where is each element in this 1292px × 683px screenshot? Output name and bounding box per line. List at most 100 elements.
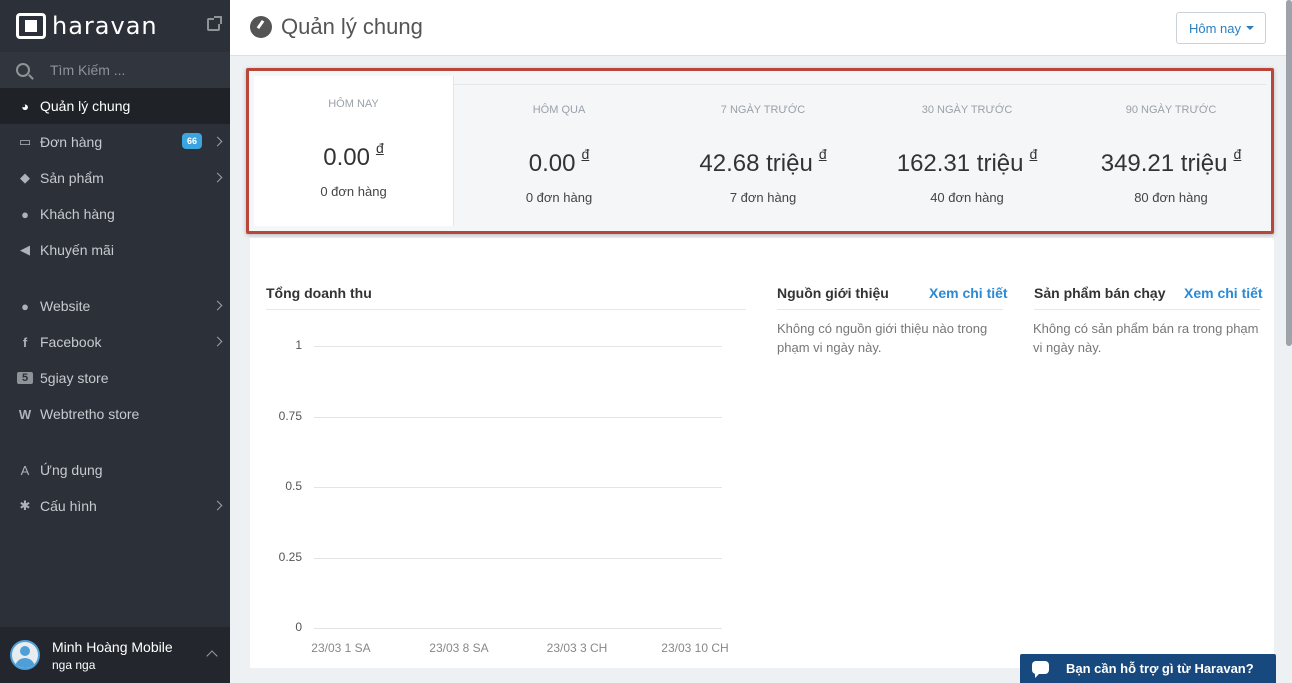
sidebar-item-label: Khách hàng (40, 206, 115, 222)
brand-logo[interactable]: haravan (0, 0, 230, 52)
currency-symbol: đ (1233, 146, 1242, 162)
avatar (10, 640, 40, 670)
stat-amount: 42.68 triệu (699, 150, 813, 177)
scrollbar-thumb[interactable] (1286, 0, 1292, 346)
referrals-details-link[interactable]: Xem chi tiết (929, 285, 1008, 301)
bestsellers-details-link[interactable]: Xem chi tiết (1184, 285, 1263, 301)
sidebar-search[interactable] (0, 52, 230, 88)
chart-y-tick-label: 0.25 (278, 549, 302, 564)
stat-orders: 0 đơn hàng (320, 184, 387, 199)
sidebar-item-label: Cấu hình (40, 498, 97, 514)
stat-label: 7 NGÀY TRƯỚC (720, 104, 806, 116)
sidebar-item-label: Webtretho store (40, 406, 140, 422)
revenue-chart: 1 0.75 0.5 0.25 0 23/03 1 SA 23/03 8 SA 23/03 3… (266, 314, 746, 664)
chart-x-tick-label: 23/03 10 CH (661, 641, 729, 655)
page-scrollbar[interactable] (1286, 0, 1292, 683)
user-subtitle: nga nga (52, 657, 96, 672)
stat-orders: 80 đơn hàng (1134, 190, 1208, 205)
chat-bubble-icon (1032, 661, 1049, 678)
users-icon: ● (21, 206, 29, 222)
user-name: Minh Hoàng Mobile (52, 638, 173, 655)
chevron-right-icon (212, 172, 223, 183)
user-menu[interactable]: Minh Hoàng Mobile nga nga (0, 627, 230, 683)
chart-y-tick-label: 0 (295, 620, 302, 634)
sidebar-item-settings[interactable]: ✱ Cấu hình (0, 488, 230, 524)
search-input[interactable] (50, 62, 210, 78)
sidebar-item-label: 5giay store (40, 370, 109, 386)
stat-label: HÔM NAY (328, 98, 379, 110)
brand-name: haravan (52, 12, 158, 40)
sidebar-item-products[interactable]: ◆ Sản phẩm (0, 160, 230, 196)
stat-orders: 7 đơn hàng (729, 190, 797, 205)
sidebar-item-facebook[interactable]: f Facebook (0, 324, 230, 360)
chart-gridline (314, 487, 722, 488)
haravan-logo-icon (16, 13, 46, 39)
page-title: Quản lý chung (281, 14, 423, 39)
referrals-empty-text: Không có nguồn giới thiệu nào trong phạm… (777, 321, 988, 355)
sidebar-item-customers[interactable]: ● Khách hàng (0, 196, 230, 232)
period-dropdown[interactable]: Hôm nay (1176, 12, 1266, 44)
revenue-title: Tổng doanh thu (266, 285, 372, 301)
currency-symbol: đ (581, 146, 590, 162)
stat-90-days[interactable]: 90 NGÀY TRƯỚC 349.21 triệu đ 80 đơn hàng (1069, 88, 1273, 228)
apps-icon: A (20, 462, 30, 478)
stat-label: 30 NGÀY TRƯỚC (921, 104, 1013, 116)
referrals-title: Nguồn giới thiệu (777, 285, 889, 301)
sidebar-item-apps[interactable]: A Ứng dụng (0, 452, 230, 488)
chart-gridline (314, 416, 722, 418)
stat-amount: 0.00 (323, 144, 370, 171)
sidebar-item-label: Sản phẩm (40, 170, 104, 186)
stat-value: 349.21 triệu đ (1069, 146, 1273, 178)
facebook-icon: f (22, 334, 28, 350)
sidebar-item-dashboard[interactable]: ◕ Quản lý chung (0, 88, 230, 124)
megaphone-icon: ◀ (20, 242, 30, 257)
stat-7-days[interactable]: 7 NGÀY TRƯỚC 42.68 triệu đ 7 đơn hàng (661, 88, 865, 228)
stat-yesterday[interactable]: HÔM QUA 0.00 đ 0 đơn hàng (457, 88, 661, 228)
period-label: Hôm nay (1189, 20, 1242, 36)
chart-y-tick-label: 0.75 (278, 408, 302, 423)
bestsellers-empty-text: Không có sản phẩm bán ra trong phạm vi n… (1033, 321, 1259, 355)
stat-value: 42.68 triệu đ (661, 146, 865, 178)
currency-symbol: đ (818, 146, 827, 162)
stat-amount: 0.00 (528, 150, 576, 177)
divider (266, 309, 746, 310)
sidebar-item-label: Ứng dụng (40, 462, 103, 478)
chevron-right-icon (212, 500, 223, 511)
search-icon (16, 63, 30, 77)
stat-label: 90 NGÀY TRƯỚC (1125, 104, 1217, 116)
stat-today[interactable]: HÔM NAY 0.00 đ 0 đơn hàng (254, 76, 454, 226)
stat-orders: 0 đơn hàng (525, 190, 593, 205)
support-chat-button[interactable]: Bạn cần hỗ trợ gì từ Haravan? (1020, 654, 1276, 683)
chart-x-tick-label: 23/03 3 CH (546, 641, 608, 655)
caret-down-icon (1246, 26, 1255, 30)
stat-label: HÔM QUA (532, 104, 586, 116)
sidebar-item-label: Facebook (40, 334, 102, 350)
dashboard-panel: Tổng doanh thu 1 0.75 0.5 0.25 0 23/03 1 SA 23… (250, 238, 1274, 668)
stat-value: 0.00 đ (254, 140, 453, 172)
chevron-right-icon (212, 336, 223, 347)
currency-symbol: đ (375, 140, 384, 156)
sales-summary: HÔM NAY 0.00 đ 0 đơn hàng HÔM QUA 0.00 đ 0… (246, 68, 1274, 234)
sidebar-item-website[interactable]: ● Website (0, 288, 230, 324)
stat-30-days[interactable]: 30 NGÀY TRƯỚC 162.31 triệu đ 40 đơn hàng (865, 88, 1069, 228)
bestsellers-title: Sản phẩm bán chạy (1034, 285, 1166, 301)
stat-amount: 162.31 triệu (896, 150, 1024, 177)
chat-label: Bạn cần hỗ trợ gì từ Haravan? (1066, 661, 1254, 676)
sidebar-item-label: Khuyến mãi (40, 242, 114, 258)
divider (777, 309, 1003, 310)
external-link-icon[interactable] (207, 16, 222, 31)
stat-orders: 40 đơn hàng (930, 190, 1004, 205)
sidebar-item-promotions[interactable]: ◀ Khuyến mãi (0, 232, 230, 268)
chevron-right-icon (212, 136, 223, 147)
chart-gridline (314, 628, 722, 629)
sidebar-item-5giay[interactable]: 5 5giay store (0, 360, 230, 396)
sidebar: haravan ◕ Quản lý chung ▭ Đơn hàng 66 ◆ … (0, 0, 230, 683)
sidebar-item-orders[interactable]: ▭ Đơn hàng 66 (0, 124, 230, 160)
sidebar-item-label: Website (40, 298, 91, 314)
sidebar-item-webtretho[interactable]: W Webtretho store (0, 396, 230, 432)
stat-value: 162.31 triệu đ (865, 146, 1069, 178)
currency-symbol: đ (1029, 146, 1038, 162)
chart-gridline (314, 557, 722, 559)
sidebar-item-label: Quản lý chung (40, 98, 131, 114)
page-header: Quản lý chung Hôm nay (230, 0, 1286, 56)
